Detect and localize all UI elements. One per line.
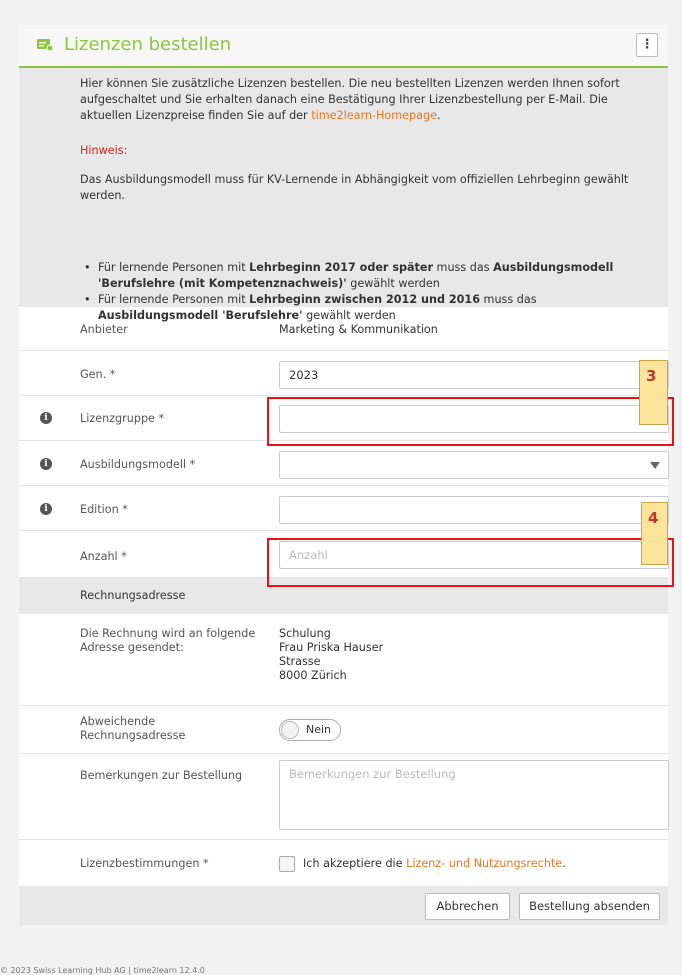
anzahl-label: Anzahl * bbox=[80, 550, 127, 563]
button-bar: Abbrechen Bestellung absenden bbox=[19, 886, 668, 925]
address-line: Schulung bbox=[279, 627, 331, 640]
lizenzbestimmungen-label: Lizenzbestimmungen * bbox=[80, 857, 209, 870]
anbieter-value: Marketing & Kommunikation bbox=[279, 323, 438, 336]
edition-select[interactable] bbox=[279, 496, 669, 524]
address-line: 8000 Zürich bbox=[279, 669, 347, 682]
accept-text: Ich akzeptiere die Lizenz- und Nutzungsr… bbox=[303, 857, 566, 870]
row-bemerkungen: Bemerkungen zur Bestellung Bemerkungen z… bbox=[19, 754, 669, 840]
address-label: Die Rechnung wird an folgende Adresse ge… bbox=[80, 627, 256, 654]
hint-text: Das Ausbildungsmodell muss für KV-Lernen… bbox=[80, 173, 629, 202]
abweichend-label: Abweichende Rechnungsadresse bbox=[80, 715, 186, 742]
toggle-label: Nein bbox=[306, 723, 332, 736]
accept-checkbox[interactable] bbox=[279, 856, 295, 872]
ausbildungsmodell-label: Ausbildungsmodell * bbox=[80, 458, 196, 471]
license-ticket-icon bbox=[37, 39, 53, 52]
row-anbieter: Anbieter Marketing & Kommunikation bbox=[19, 307, 668, 351]
edition-label: Edition * bbox=[80, 503, 128, 516]
toggle-knob bbox=[281, 721, 299, 739]
info-icon[interactable]: i bbox=[40, 412, 52, 424]
gen-label: Gen. * bbox=[80, 368, 116, 381]
highlight-anzahl bbox=[267, 538, 674, 587]
lizenzgruppe-label: Lizenzgruppe * bbox=[80, 412, 165, 425]
row-lizenzbestimmungen: Lizenzbestimmungen * Ich akzeptiere die … bbox=[19, 840, 668, 886]
info-box: Hier können Sie zusätzliche Lizenzen bes… bbox=[19, 68, 668, 322]
abweichend-toggle[interactable]: Nein bbox=[279, 719, 341, 741]
row-gen: Gen. * 2023 bbox=[19, 351, 669, 396]
address-line: Strasse bbox=[279, 655, 321, 668]
more-menu-button[interactable]: ⋮ bbox=[636, 33, 658, 57]
address-block: Schulung Frau Priska Hauser Strasse 8000… bbox=[279, 627, 383, 683]
hint-label: Hinweis: bbox=[80, 144, 128, 157]
row-abweichend: Abweichende Rechnungsadresse Nein bbox=[19, 706, 668, 754]
footer-text: © 2023 Swiss Learning Hub AG | time2lear… bbox=[0, 966, 205, 975]
row-edition: i Edition * bbox=[19, 486, 669, 531]
row-ausbildungsmodell: i Ausbildungsmodell * bbox=[19, 441, 669, 486]
callout-3: 3 bbox=[639, 360, 668, 425]
chevron-down-icon bbox=[650, 462, 660, 469]
order-panel: Lizenzen bestellen ⋮ Hier können Sie zus… bbox=[19, 25, 674, 925]
section-heading: Rechnungsadresse bbox=[80, 589, 186, 602]
address-line: Frau Priska Hauser bbox=[279, 641, 384, 654]
submit-button[interactable]: Bestellung absenden bbox=[519, 893, 660, 920]
callout-4: 4 bbox=[641, 502, 668, 565]
row-address: Die Rechnung wird an folgende Adresse ge… bbox=[19, 614, 668, 706]
gen-select[interactable]: 2023 bbox=[279, 361, 669, 389]
info-text: Hier können Sie zusätzliche Lizenzen bes… bbox=[80, 77, 620, 122]
page-title: Lizenzen bestellen bbox=[64, 34, 232, 55]
bemerkungen-textarea[interactable]: Bemerkungen zur Bestellung bbox=[279, 760, 669, 830]
panel-header: Lizenzen bestellen ⋮ bbox=[19, 25, 668, 68]
bemerkungen-label: Bemerkungen zur Bestellung bbox=[80, 769, 243, 782]
kebab-vertical-icon: ⋮ bbox=[640, 37, 654, 52]
info-icon[interactable]: i bbox=[40, 458, 52, 470]
hint-bullet-1: Für lernende Personen mit Lehrbeginn 201… bbox=[80, 260, 660, 292]
terms-link[interactable]: Lizenz- und Nutzungsrechte bbox=[406, 857, 562, 870]
info-icon[interactable]: i bbox=[40, 503, 52, 515]
homepage-link[interactable]: time2learn-Homepage bbox=[311, 109, 437, 122]
highlight-lizenzgruppe bbox=[267, 397, 674, 446]
anbieter-label: Anbieter bbox=[80, 323, 128, 336]
ausbildungsmodell-select[interactable] bbox=[279, 451, 669, 479]
cancel-button[interactable]: Abbrechen bbox=[425, 893, 510, 920]
